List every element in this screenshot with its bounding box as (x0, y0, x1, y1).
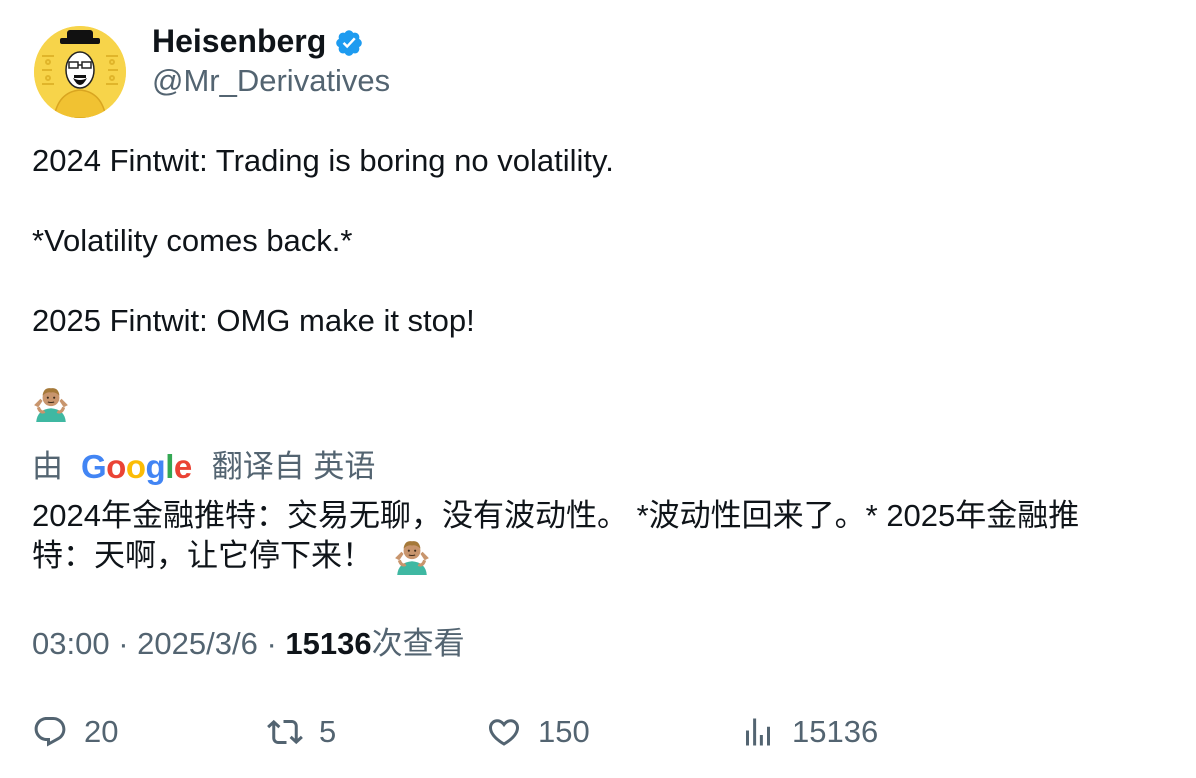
translated-from-label[interactable]: 翻译自 英语 (212, 447, 376, 487)
like-button[interactable]: 150 (486, 712, 590, 752)
analytics-bar-icon (746, 718, 770, 746)
views-label: 次查看 (371, 626, 465, 661)
translated-text-line-2-wrap: 特：天啊，让它停下来！ (32, 536, 1152, 576)
reply-count: 20 (84, 714, 119, 749)
translated-text-line-1: 2024年金融推特：交易无聊，没有波动性。 *波动性回来了。* 2025年金融推 (32, 498, 1080, 533)
tweet-emoji-line (32, 382, 70, 422)
verified-badge-icon (334, 28, 364, 58)
tweet-meta: 03:00 · 2025/3/6 · 15136次查看 (32, 624, 465, 664)
reply-icon (34, 717, 66, 747)
like-count: 150 (538, 714, 590, 749)
author-name-row: Heisenberg (152, 22, 364, 60)
person-shrugging-emoji (395, 541, 429, 575)
tweet-date[interactable]: 2025/3/6 (137, 626, 258, 661)
author-handle[interactable]: @Mr_Derivatives (152, 62, 390, 100)
views-count: 15136 (285, 626, 372, 661)
views-button[interactable]: 15136 (740, 712, 878, 752)
person-shrugging-emoji (34, 387, 68, 422)
reply-button[interactable]: 20 (32, 712, 118, 752)
heart-icon (488, 719, 520, 746)
google-logo: Google (81, 448, 192, 485)
retweet-count: 5 (319, 714, 337, 749)
retweet-button[interactable]: 5 (267, 712, 336, 752)
tweet-time[interactable]: 03:00 (32, 626, 110, 661)
tweet-text-line-3: 2025 Fintwit: OMG make it stop! (32, 303, 475, 338)
tweet-text-line-2: *Volatility comes back.* (32, 223, 353, 258)
tweet-card: Heisenberg @Mr_Derivatives 2024 Fintwit:… (0, 0, 1196, 778)
translated-text: 2024年金融推特：交易无聊，没有波动性。 *波动性回来了。* 2025年金融推… (32, 496, 1152, 576)
translation-attribution: 由 Google 翻译自 英语 (32, 447, 375, 487)
translated-by-label: 由 (32, 449, 63, 484)
meta-separator: · (266, 626, 277, 661)
views-action-count: 15136 (792, 714, 879, 749)
translated-text-line-2: 特：天啊，让它停下来！ (32, 538, 373, 573)
display-name[interactable]: Heisenberg (152, 22, 326, 60)
tweet-text-line-1: 2024 Fintwit: Trading is boring no volat… (32, 143, 614, 178)
retweet-icon (267, 719, 303, 745)
meta-separator: · (118, 626, 129, 661)
heisenberg-avatar-icon (34, 26, 126, 118)
avatar[interactable] (34, 26, 126, 118)
